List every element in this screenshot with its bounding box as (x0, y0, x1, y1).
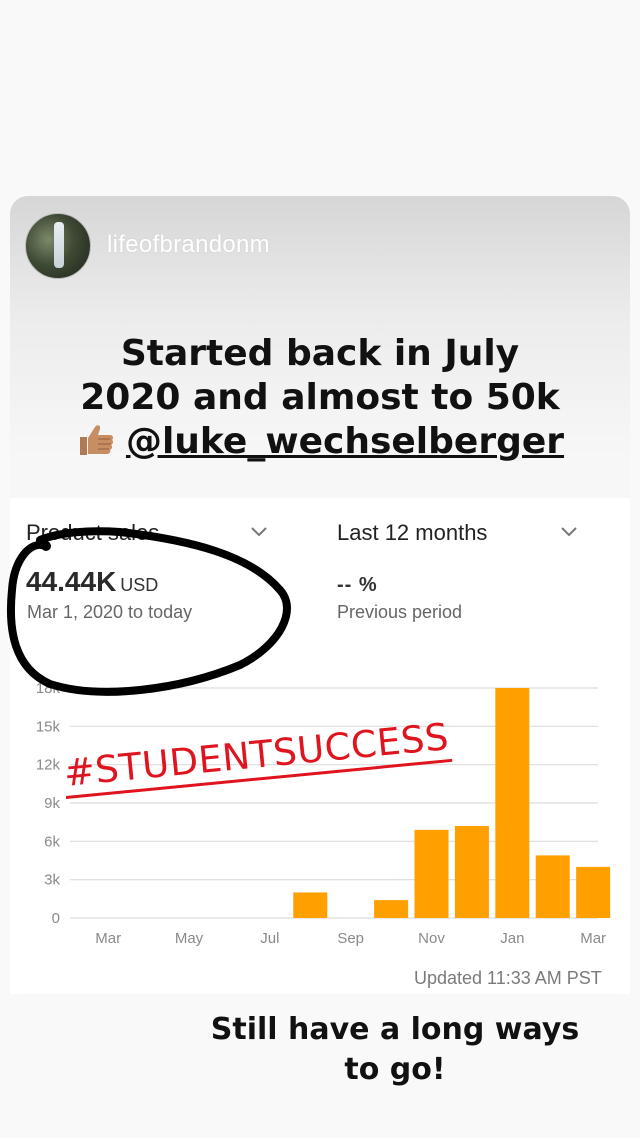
x-tick-label: Mar (95, 930, 121, 947)
x-tick-label: Jul (260, 930, 279, 947)
y-tick-label: 6k (44, 833, 60, 850)
updated-time: Updated 11:33 AM PST (414, 968, 602, 988)
bar-jan-10[interactable] (495, 688, 530, 918)
bar-nov-8[interactable] (414, 829, 449, 918)
y-tick-label: 3k (44, 872, 60, 889)
y-tick-label: 18k (36, 680, 61, 697)
bar-oct-7[interactable] (374, 900, 409, 918)
bar-mar-12[interactable] (576, 866, 611, 918)
bar-feb-11[interactable] (535, 855, 570, 918)
caption-bottom: Still have a long ways to go! (0, 1010, 640, 1090)
caption-bottom-line-2: to go! (344, 1052, 446, 1087)
caption-bottom-line-1: Still have a long ways (210, 1012, 580, 1047)
x-tick-label: Jan (500, 930, 524, 947)
y-tick-label: 9k (44, 795, 60, 812)
bar-aug-5[interactable] (293, 892, 328, 918)
x-tick-label: Mar (580, 930, 606, 947)
y-tick-label: 15k (36, 718, 61, 735)
y-tick-label: 12k (36, 757, 61, 774)
bar-dec-9[interactable] (454, 826, 489, 918)
y-tick-label: 0 (52, 910, 60, 927)
x-tick-label: Sep (337, 930, 364, 947)
x-tick-label: May (175, 930, 204, 947)
x-tick-label: Nov (418, 930, 445, 947)
